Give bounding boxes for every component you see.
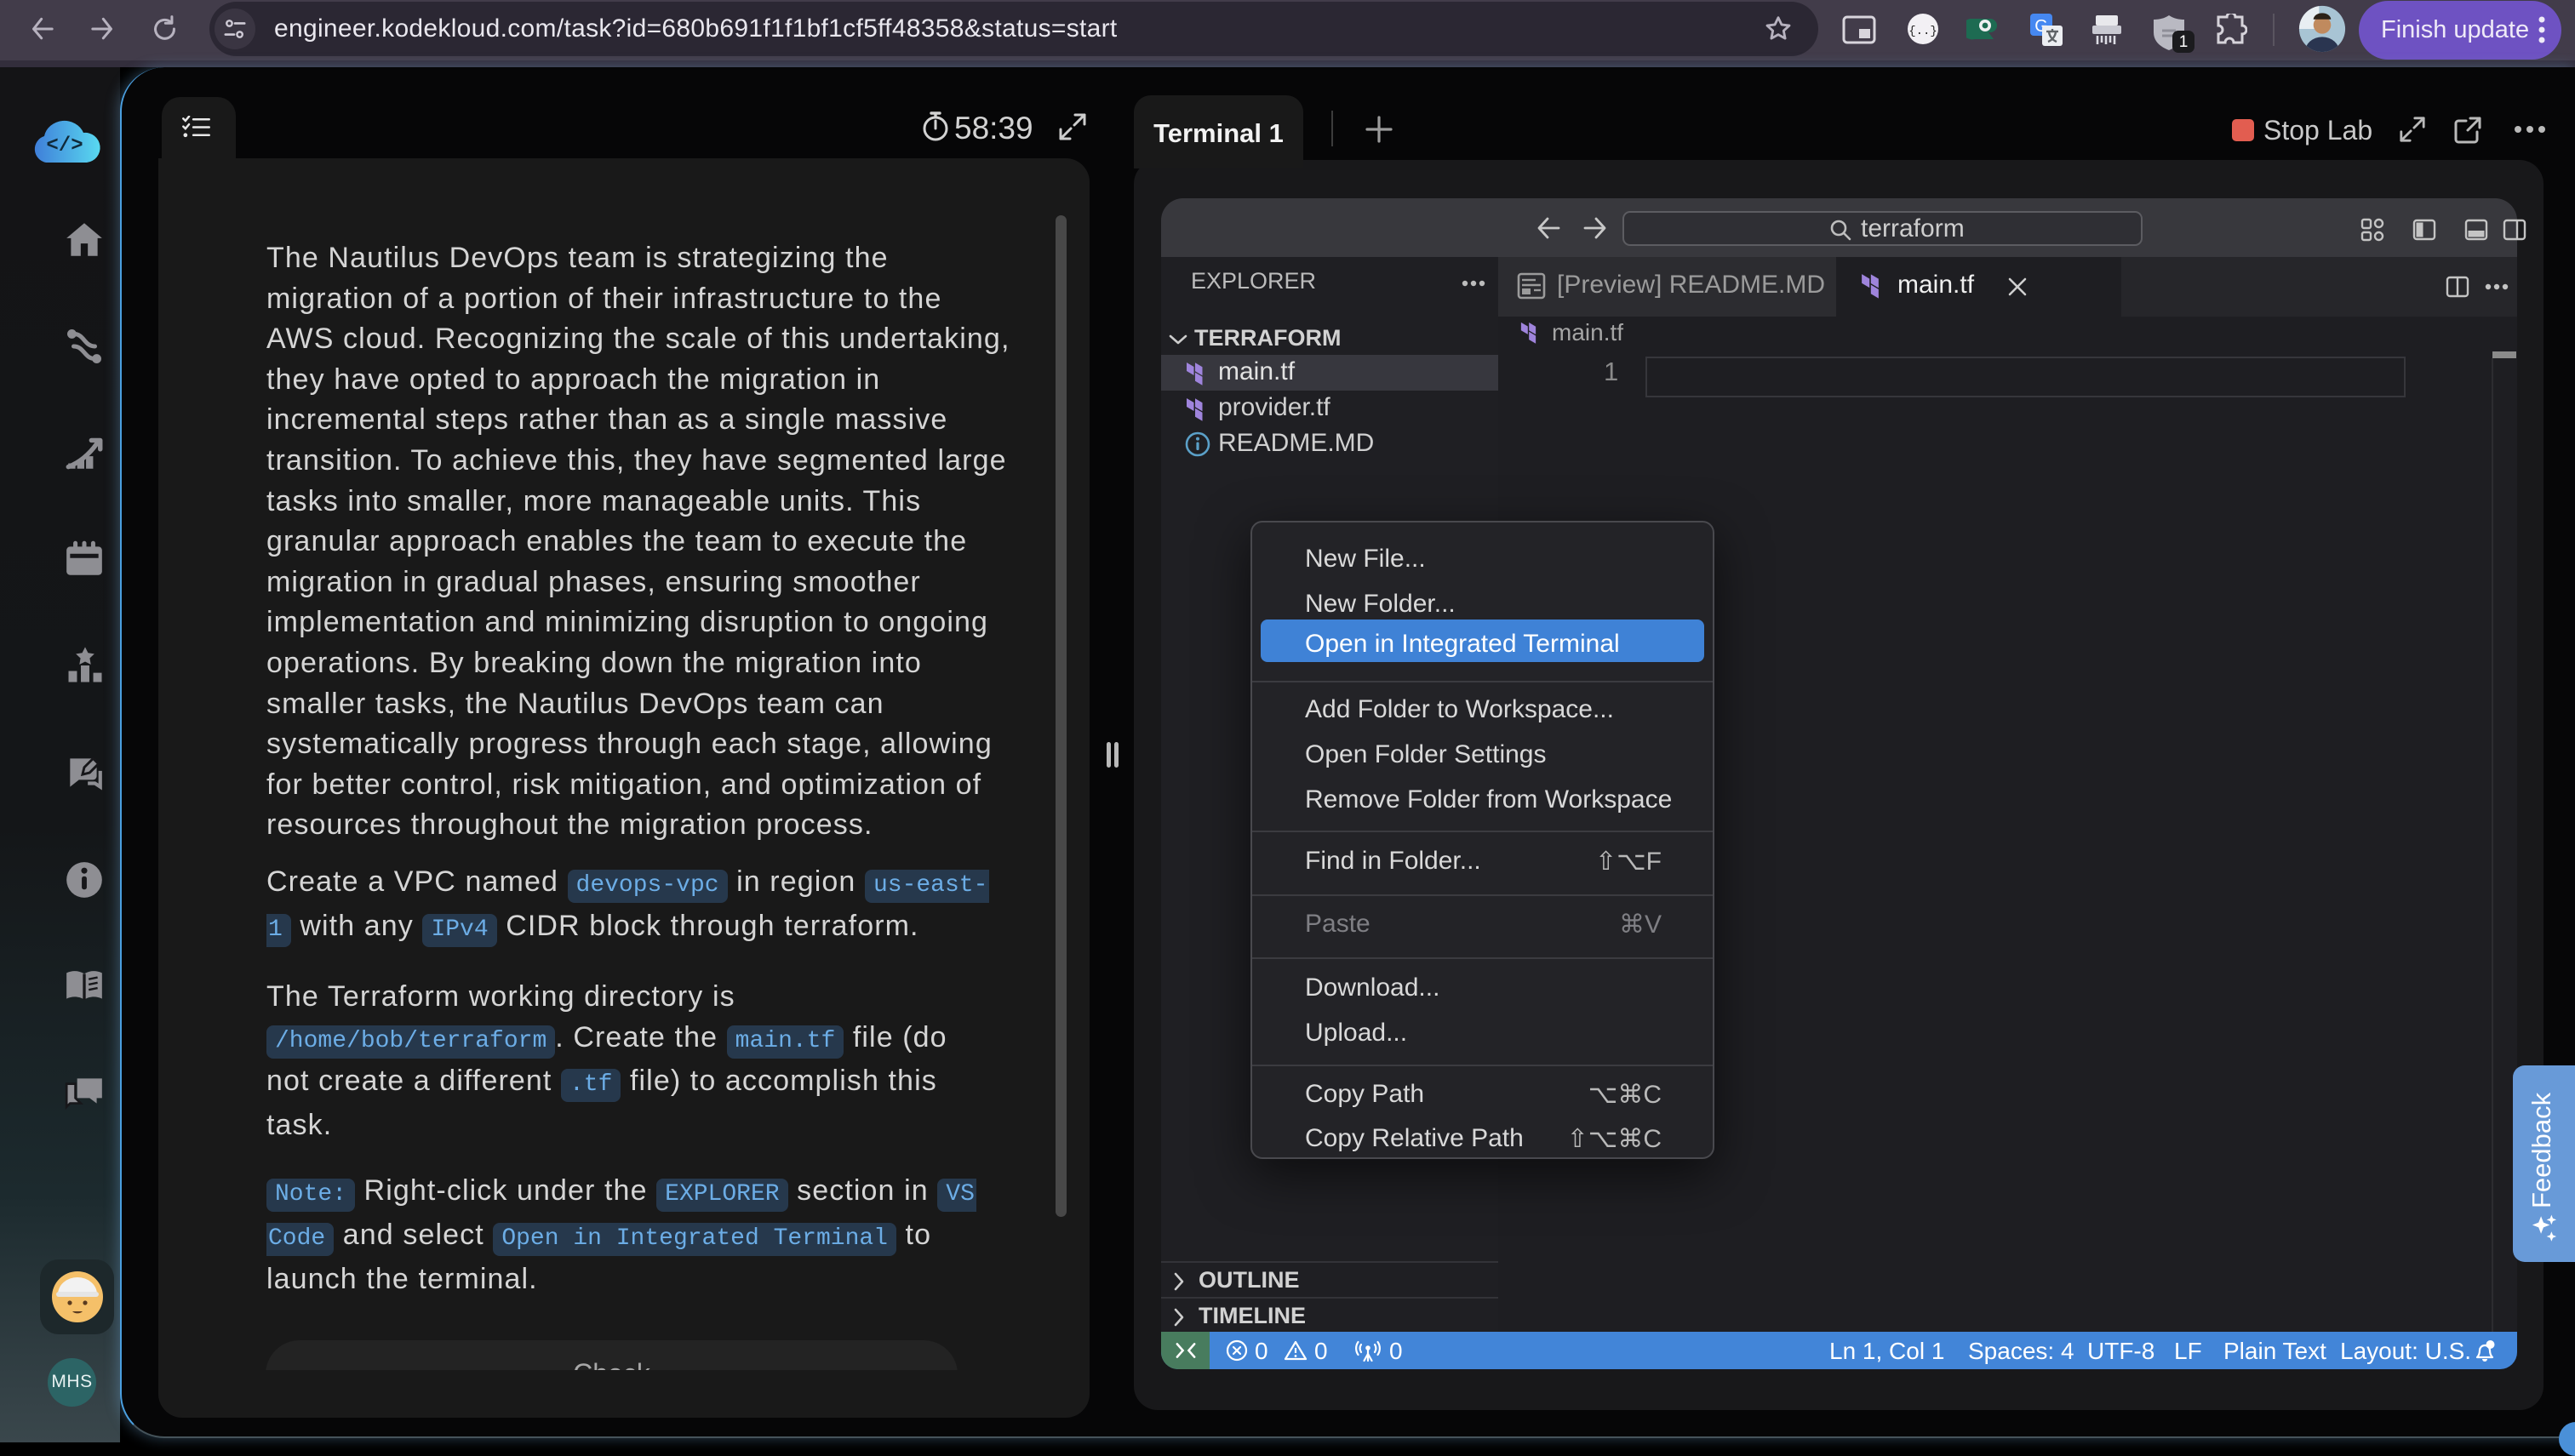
svg-text:</>: </> (46, 134, 83, 157)
svg-text:{..}: {..} (1908, 25, 1937, 38)
svg-text:1: 1 (2179, 33, 2189, 51)
